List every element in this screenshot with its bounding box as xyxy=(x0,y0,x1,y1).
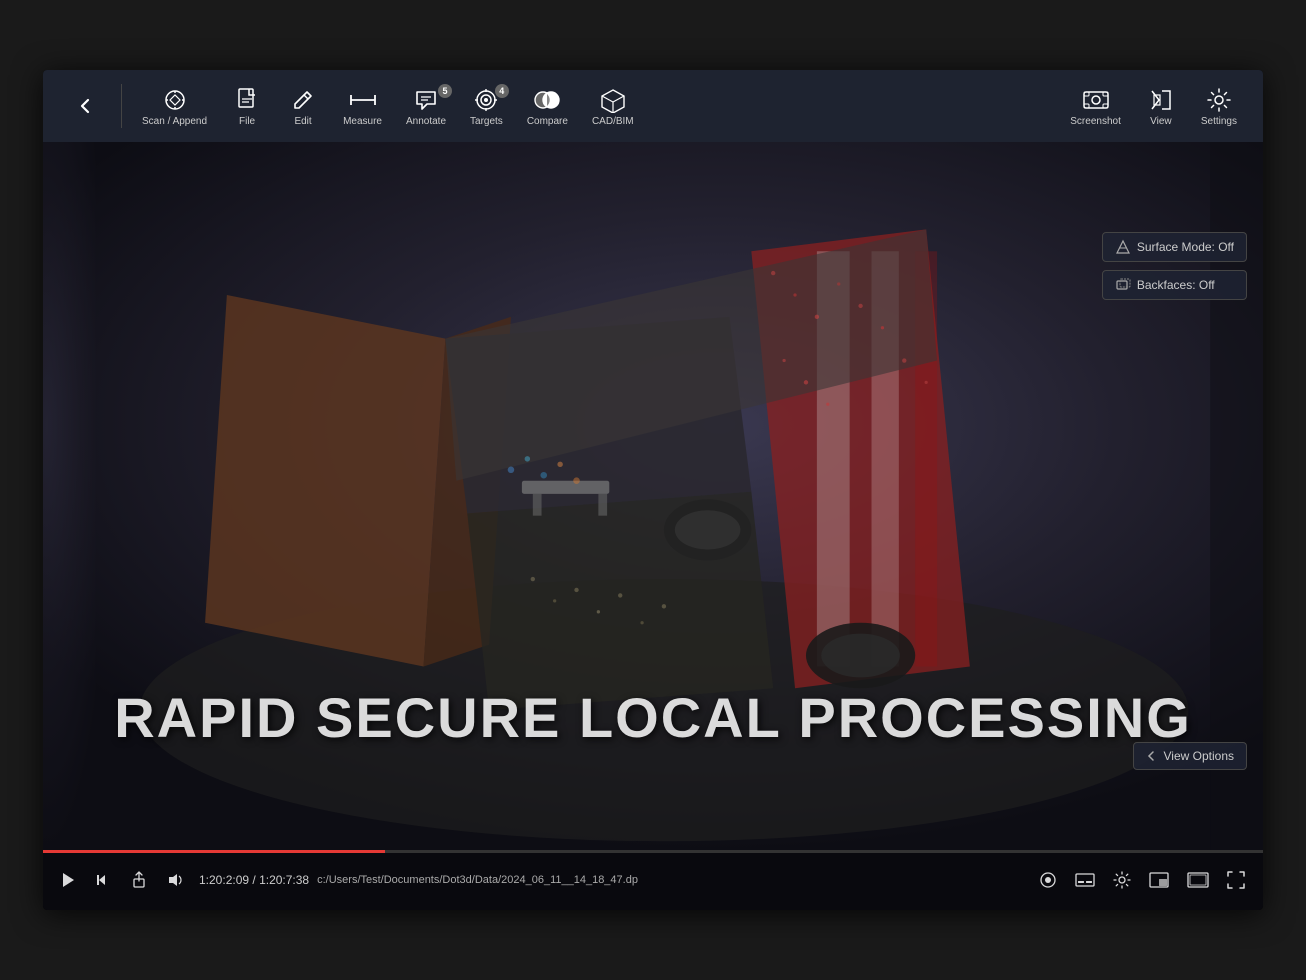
file-label: File xyxy=(239,116,255,127)
progress-bar-fill xyxy=(43,850,385,853)
annotate-badge: 5 xyxy=(438,84,452,98)
back-button[interactable] xyxy=(59,86,111,126)
targets-label: Targets xyxy=(470,116,503,127)
playback-speed-button[interactable] xyxy=(1033,867,1063,893)
annotate-label: Annotate xyxy=(406,116,446,127)
backfaces-label: Backfaces: Off xyxy=(1137,278,1215,292)
view-button[interactable]: View xyxy=(1135,80,1187,133)
back-icon xyxy=(71,92,99,120)
settings-button[interactable]: Settings xyxy=(1191,80,1247,133)
surface-mode-button[interactable]: Surface Mode: Off xyxy=(1102,232,1247,262)
scan-append-label: Scan / Append xyxy=(142,116,207,127)
big-text-overlay: RAPID SECURE LOCAL PROCESSING xyxy=(43,685,1263,750)
targets-badge: 4 xyxy=(495,84,509,98)
measure-icon xyxy=(349,86,377,114)
toolbar-divider-1 xyxy=(121,84,122,128)
video-container: Scan / Append File Edit xyxy=(43,70,1263,910)
view-label: View xyxy=(1150,116,1172,127)
subtitles-button[interactable] xyxy=(1069,868,1101,892)
compare-label: Compare xyxy=(527,116,568,127)
backfaces-button[interactable]: Backfaces: Off xyxy=(1102,270,1247,300)
screenshot-label: Screenshot xyxy=(1070,116,1121,127)
edit-button[interactable]: Edit xyxy=(277,80,329,133)
share-button[interactable] xyxy=(125,867,153,893)
bottom-bar: 1:20:2:09 / 1:20:7:38 c:/Users/Test/Docu… xyxy=(43,850,1263,910)
measure-label: Measure xyxy=(343,116,382,127)
fullscreen-button[interactable] xyxy=(1221,867,1251,893)
right-panel: Surface Mode: Off Backfaces: Off xyxy=(1102,232,1247,300)
bottom-right-controls xyxy=(1033,867,1251,893)
theater-mode-button[interactable] xyxy=(1181,868,1215,892)
settings-icon xyxy=(1205,86,1233,114)
play-button[interactable] xyxy=(55,868,81,892)
toolbar: Scan / Append File Edit xyxy=(43,70,1263,142)
view-options-label: View Options xyxy=(1164,749,1234,763)
filepath-display: c:/Users/Test/Documents/Dot3d/Data/2024_… xyxy=(317,874,638,886)
progress-bar-container[interactable] xyxy=(43,850,1263,853)
cadbim-label: CAD/BIM xyxy=(592,116,634,127)
view-options-button[interactable]: View Options xyxy=(1133,742,1247,770)
edit-icon xyxy=(289,86,317,114)
surface-mode-label: Surface Mode: Off xyxy=(1137,240,1234,254)
mini-player-button[interactable] xyxy=(1143,868,1175,892)
settings-label: Settings xyxy=(1201,116,1237,127)
measure-button[interactable]: Measure xyxy=(333,80,392,133)
view-icon xyxy=(1147,86,1175,114)
cadbim-button[interactable]: CAD/BIM xyxy=(582,80,644,133)
screenshot-button[interactable]: Screenshot xyxy=(1060,80,1131,133)
compare-icon xyxy=(533,86,561,114)
time-current: 1:20:2:09 xyxy=(199,873,249,887)
scan-append-button[interactable]: Scan / Append xyxy=(132,80,217,133)
screenshot-icon xyxy=(1082,86,1110,114)
step-back-button[interactable] xyxy=(89,868,117,892)
time-display: 1:20:2:09 / 1:20:7:38 xyxy=(199,873,309,887)
file-button[interactable]: File xyxy=(221,80,273,133)
scan-icon xyxy=(161,86,189,114)
edit-label: Edit xyxy=(294,116,311,127)
annotate-button[interactable]: 5 Annotate xyxy=(396,80,456,133)
playback-settings-button[interactable] xyxy=(1107,867,1137,893)
targets-button[interactable]: 4 Targets xyxy=(460,80,513,133)
cadbim-icon xyxy=(599,86,627,114)
viewport[interactable]: Surface Mode: Off Backfaces: Off RAPID S… xyxy=(43,142,1263,850)
compare-button[interactable]: Compare xyxy=(517,80,578,133)
time-total: 1:20:7:38 xyxy=(259,873,309,887)
file-icon xyxy=(233,86,261,114)
annotate-icon xyxy=(412,86,440,114)
volume-button[interactable] xyxy=(161,868,191,892)
